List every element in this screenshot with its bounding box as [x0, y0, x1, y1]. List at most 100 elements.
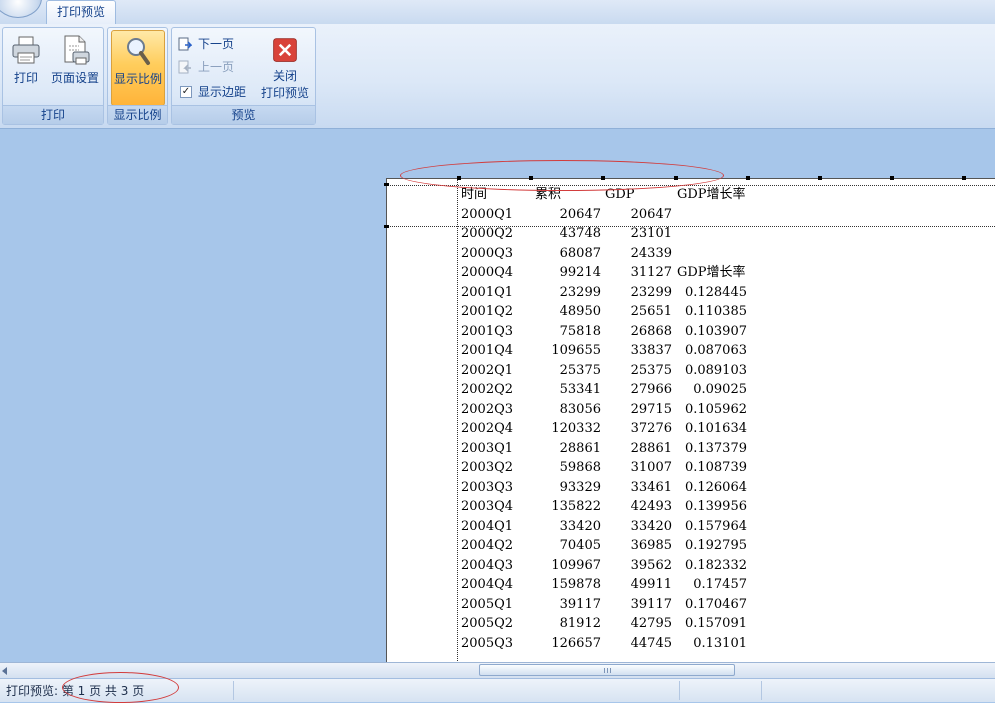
status-page-info: 打印预览: 第 1 页 共 3 页 — [6, 684, 145, 698]
show-margins-checkbox[interactable]: ✓ 显示边距 — [178, 82, 246, 102]
office-button[interactable] — [0, 0, 42, 18]
sheet-cell: 2000Q2 — [461, 226, 514, 241]
sheet-cell: 2005Q1 — [461, 596, 514, 612]
magnifier-icon — [127, 38, 150, 65]
print-group: 打印 页面设置 打印 — [2, 27, 104, 125]
print-button[interactable]: 打印 — [7, 30, 45, 106]
preview-area: 时间 累积 GDP GDP增长率 2000Q1 20647 20647 2000Q2 43748… — [0, 129, 995, 662]
sheet-cell: 0.128445 — [684, 284, 747, 300]
sheet-cell: 83056 — [559, 401, 601, 417]
sheet-cell: 2000Q1 — [461, 206, 514, 222]
grip-icon — [604, 668, 612, 673]
status-separator — [233, 681, 234, 700]
sheet-cell: 2001Q2 — [461, 304, 514, 319]
sheet-cell: 75818 — [559, 323, 601, 339]
sheet-cell: 0.108739 — [684, 460, 747, 475]
column-margin-handle[interactable] — [674, 176, 678, 180]
next-page-icon — [178, 37, 192, 51]
row-margin-handle[interactable] — [384, 225, 389, 228]
column-margin-handle[interactable] — [890, 176, 894, 180]
sheet-cell: 33461 — [630, 479, 672, 495]
sheet-cell: 0.101634 — [684, 421, 747, 436]
sheet-cell: 49911 — [630, 577, 672, 592]
sheet-cell: GDP增长率 — [677, 265, 746, 280]
sheet-cell: 20647 — [630, 206, 672, 222]
sheet-cell: 2003Q2 — [461, 460, 514, 475]
page-setup-icon — [64, 35, 90, 65]
tab-print-preview[interactable]: 打印预览 — [46, 0, 116, 24]
sheet-cell: 109967 — [551, 557, 601, 573]
sheet-cell: 0.17457 — [693, 577, 747, 592]
column-margin-handle[interactable] — [962, 176, 966, 180]
sheet-cell: 0.182332 — [684, 557, 747, 573]
sheet-cell: 2004Q3 — [461, 557, 514, 573]
status-separator — [761, 681, 762, 700]
sheet-cell: 42493 — [630, 499, 672, 514]
sheet-cell: 23299 — [630, 284, 672, 300]
column-margin-handle[interactable] — [457, 176, 461, 180]
sheet-cell: 2002Q2 — [461, 382, 514, 397]
sheet-cell: 2002Q4 — [461, 421, 514, 436]
left-margin-line — [457, 179, 458, 662]
sheet-cell: 29715 — [630, 401, 672, 417]
scroll-left-icon[interactable] — [2, 667, 7, 675]
next-page-button[interactable]: 下一页 — [178, 34, 234, 54]
column-margin-handle[interactable] — [601, 176, 605, 180]
row-margin-handle[interactable] — [384, 183, 389, 186]
sheet-cell: 0.089103 — [684, 362, 747, 378]
sheet-cell: 159878 — [551, 577, 601, 592]
sheet-cell: 2002Q1 — [461, 362, 514, 378]
close-print-preview-button[interactable]: 关闭 打印预览 — [256, 30, 314, 106]
sheet-header-cell: GDP — [605, 187, 635, 202]
sheet-cell: 0.09025 — [693, 382, 747, 397]
scrollbar-thumb[interactable] — [479, 664, 735, 676]
sheet-cell: 33837 — [630, 343, 672, 358]
column-margin-handle[interactable] — [529, 176, 533, 180]
sheet-cell: 33420 — [630, 518, 672, 534]
checkmark-icon: ✓ — [180, 86, 192, 98]
sheet-cell: 2002Q3 — [461, 401, 514, 417]
sheet-cell: 2001Q3 — [461, 323, 514, 339]
sheet-cell: 36985 — [630, 538, 672, 553]
sheet-cell: 2003Q4 — [461, 499, 514, 514]
sheet-cell: 25375 — [559, 362, 601, 378]
zoom-button[interactable]: 显示比例 — [111, 30, 165, 106]
preview-page: 时间 累积 GDP GDP增长率 2000Q1 20647 20647 2000Q2 43748… — [384, 176, 995, 662]
sheet-cell: 68087 — [559, 245, 601, 261]
previous-page-label: 上一页 — [198, 60, 235, 74]
sheet-header-cell: GDP增长率 — [677, 187, 746, 202]
previous-page-icon — [178, 60, 191, 74]
sheet-cell: 2004Q2 — [461, 538, 514, 553]
sheet-cell: 2000Q4 — [461, 265, 514, 280]
close-label-line2: 打印预览 — [260, 86, 309, 100]
column-margin-handle[interactable] — [746, 176, 750, 180]
sheet-cell: 0.13101 — [693, 635, 747, 651]
sheet-cell: 2001Q1 — [461, 284, 514, 300]
status-bar: 打印预览: 第 1 页 共 3 页 — [0, 672, 995, 703]
sheet-cell: 0.105962 — [684, 401, 747, 417]
sheet-cell: 48950 — [559, 304, 601, 319]
sheet-cell: 31007 — [630, 460, 672, 475]
horizontal-scrollbar[interactable] — [0, 662, 995, 678]
sheet-cell: 2005Q3 — [461, 635, 514, 651]
column-margin-handle[interactable] — [818, 176, 822, 180]
page-setup-button-label: 页面设置 — [50, 71, 99, 85]
sheet-cell: 0.139956 — [684, 499, 747, 514]
sheet-cell: 0.192795 — [684, 538, 747, 553]
previous-page-button[interactable]: 上一页 — [178, 57, 234, 77]
sheet-cell: 59868 — [559, 460, 601, 475]
print-button-label: 打印 — [13, 71, 38, 85]
sheet-cell: 2004Q1 — [461, 518, 514, 534]
sheet-header-cell: 时间 — [461, 187, 488, 202]
page-setup-button[interactable]: 页面设置 — [47, 30, 103, 106]
sheet-cell: 0.137379 — [684, 440, 747, 456]
sheet-cell: 20647 — [559, 206, 601, 222]
sheet-cell: 31127 — [630, 265, 672, 280]
preview-group: 下一页 上一页 ✓ 显示边距 关闭 打印预览 预览 — [171, 27, 316, 125]
sheet-cell: 135822 — [551, 499, 601, 514]
sheet-cell: 126657 — [551, 635, 601, 651]
sheet-cell: 2005Q2 — [461, 616, 514, 631]
sheet-cell: 42795 — [630, 616, 672, 631]
sheet-cell: 0.110385 — [684, 304, 747, 319]
preview-group-label: 预览 — [172, 105, 315, 124]
